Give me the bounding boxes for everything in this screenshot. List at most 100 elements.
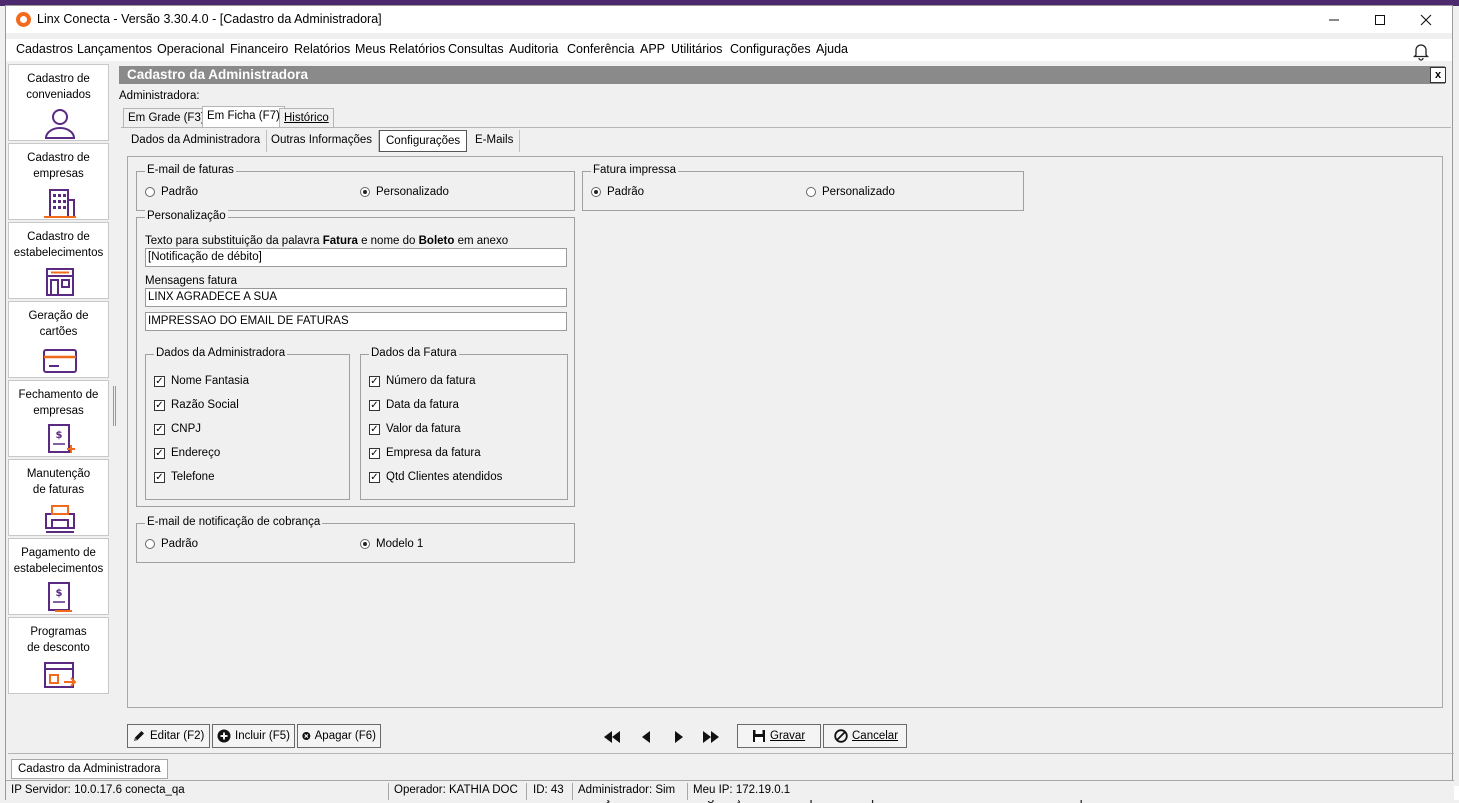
menu-ajuda[interactable]: Ajuda <box>816 42 848 56</box>
endereco-checkbox[interactable]: ✓ Endereço <box>154 447 220 459</box>
empresa-fatura-checkbox[interactable]: ✓ Empresa da fatura <box>369 447 481 459</box>
sidebar-item-cartoes[interactable]: Geração de cartões <box>8 301 109 378</box>
close-icon <box>1420 14 1432 25</box>
substituicao-input[interactable]: [Notificação de débito] <box>145 248 567 267</box>
radio-dot-selected <box>360 539 370 549</box>
subtab-configuracoes[interactable]: Configurações <box>379 130 468 152</box>
group-title: E-mail de notificação de cobrança <box>145 516 323 528</box>
menu-financeiro[interactable]: Financeiro <box>230 42 288 56</box>
menu-relatorios[interactable]: Relatórios <box>294 42 350 56</box>
sidebar-item-faturas[interactable]: Manutenção de faturas <box>8 459 109 536</box>
fatura-impressa-padrao-radio[interactable]: Padrão <box>591 186 644 198</box>
linx-logo-icon <box>16 12 31 27</box>
maximize-button[interactable] <box>1357 6 1403 33</box>
mensagem-2-input[interactable]: IMPRESSAO DO EMAIL DE FATURAS <box>145 312 567 331</box>
status-id: ID: 43 <box>530 783 573 800</box>
menu-operacional[interactable]: Operacional <box>157 42 224 56</box>
sidebar-item-label: Cadastro de conveniados <box>26 73 91 101</box>
checkmark-icon: ✓ <box>154 447 165 459</box>
menu-cadastros[interactable]: Cadastros <box>16 42 73 56</box>
close-window-button[interactable] <box>1403 6 1449 33</box>
tab-em-ficha[interactable]: Em Ficha (F7) <box>202 106 285 128</box>
menu-consultas[interactable]: Consultas <box>448 42 504 56</box>
minimize-button[interactable] <box>1311 6 1357 33</box>
sidebar: Cadastro de conveniados Cadastro de empr… <box>8 64 110 696</box>
sidebar-item-pagamento[interactable]: Pagamento de estabelecimentos $ <box>8 538 109 615</box>
sidebar-item-programas-desconto[interactable]: Programas de desconto <box>8 617 109 694</box>
dados-fatura-group: Dados da Fatura ✓ Número da fatura ✓ Data … <box>360 347 568 500</box>
menu-meus-relatorios[interactable]: Meus Relatórios <box>355 42 445 56</box>
checkmark-icon: ✓ <box>369 399 380 411</box>
email-cobranca-modelo1-radio[interactable]: Modelo 1 <box>360 538 423 550</box>
menu-utilitarios[interactable]: Utilitários <box>671 42 722 56</box>
sidebar-item-label: Pagamento de estabelecimentos <box>13 547 104 575</box>
mensagem-1-input[interactable]: LINX AGRADECE A SUA <box>145 288 567 307</box>
sidebar-item-label: Manutenção de faturas <box>26 468 91 496</box>
fatura-impressa-group: Fatura impressa Padrão Personalizado <box>582 164 1024 211</box>
telefone-checkbox[interactable]: ✓ Telefone <box>154 471 214 483</box>
gravar-button[interactable]: Gravar <box>737 724 821 748</box>
sidebar-item-fechamento[interactable]: Fechamento de empresas $ <box>8 380 109 457</box>
cnpj-checkbox[interactable]: ✓ CNPJ <box>154 423 201 435</box>
bell-icon[interactable] <box>1411 41 1431 61</box>
status-ip-servidor: IP Servidor: 10.0.17.6 conecta_qa <box>8 783 389 800</box>
delete-circle-icon <box>302 731 311 741</box>
last-record-icon[interactable] <box>700 728 722 746</box>
fatura-impressa-personalizado-radio[interactable]: Personalizado <box>806 186 895 198</box>
sidebar-item-estabelecimentos[interactable]: Cadastro de estabelecimentos <box>8 222 109 299</box>
sidebar-item-label: Fechamento de empresas <box>18 389 99 417</box>
subtab-emails[interactable]: E-Mails <box>469 130 521 152</box>
first-record-icon[interactable] <box>601 728 623 746</box>
open-form-tab[interactable]: Cadastro da Administradora <box>11 759 168 779</box>
checkmark-icon: ✓ <box>154 471 165 483</box>
sidebar-item-label: Cadastro de empresas <box>27 152 90 180</box>
status-bar: IP Servidor: 10.0.17.6 conecta_qa Operad… <box>6 780 1454 800</box>
email-faturas-group: E-mail de faturas Padrão Personalizado <box>136 164 575 211</box>
menu-lancamentos[interactable]: Lançamentos <box>77 42 152 56</box>
subtab-dados-administradora[interactable]: Dados da Administradora <box>125 130 268 152</box>
group-title: E-mail de faturas <box>145 164 236 176</box>
editar-button[interactable]: Editar (F2) <box>127 724 210 748</box>
email-faturas-padrao-radio[interactable]: Padrão <box>145 186 198 198</box>
sidebar-item-label: Cadastro de estabelecimentos <box>13 231 104 259</box>
apagar-button[interactable]: Apagar (F6) <box>297 724 381 748</box>
qtd-clientes-checkbox[interactable]: ✓ Qtd Clientes atendidos <box>369 471 502 483</box>
card-icon <box>43 349 77 373</box>
maximize-icon <box>1375 14 1385 25</box>
cancelar-button[interactable]: Cancelar <box>823 724 907 748</box>
menu-auditoria[interactable]: Auditoria <box>509 42 558 56</box>
panel-close-button[interactable]: x <box>1430 67 1446 83</box>
menu-conferencia[interactable]: Conferência <box>567 42 634 56</box>
data-fatura-checkbox[interactable]: ✓ Data da fatura <box>369 399 459 411</box>
mensagens-label: Mensagens fatura <box>145 275 238 287</box>
subtab-outras-informacoes[interactable]: Outras Informações <box>265 130 379 152</box>
email-cobranca-padrao-radio[interactable]: Padrão <box>145 538 198 550</box>
sidebar-item-empresas[interactable]: Cadastro de empresas <box>8 143 109 220</box>
cancel-icon <box>834 729 848 743</box>
minimize-icon <box>1329 19 1339 20</box>
email-faturas-personalizado-radio[interactable]: Personalizado <box>360 186 449 198</box>
building-icon <box>44 189 76 218</box>
menu-bar: Cadastros Lançamentos Operacional Financ… <box>6 39 1452 61</box>
tab-historico[interactable]: Histórico <box>279 108 334 128</box>
nome-fantasia-checkbox[interactable]: ✓ Nome Fantasia <box>154 375 249 387</box>
valor-fatura-checkbox[interactable]: ✓ Valor da fatura <box>369 423 461 435</box>
incluir-button[interactable]: Incluir (F5) <box>212 724 295 748</box>
tab-em-grade[interactable]: Em Grade (F3) <box>123 108 210 128</box>
menu-configuracoes[interactable]: Configurações <box>730 42 811 56</box>
tab-divider <box>121 127 1451 128</box>
svg-text:$: $ <box>56 588 63 599</box>
razao-social-checkbox[interactable]: ✓ Razão Social <box>154 399 239 411</box>
next-record-icon[interactable] <box>668 728 690 746</box>
group-title: Dados da Fatura <box>369 347 459 359</box>
radio-dot-selected <box>360 187 370 197</box>
menu-app[interactable]: APP <box>640 42 665 56</box>
group-title: Fatura impressa <box>591 164 679 176</box>
previous-record-icon[interactable] <box>635 728 657 746</box>
radio-dot <box>145 187 155 197</box>
numero-fatura-checkbox[interactable]: ✓ Número da fatura <box>369 375 476 387</box>
sidebar-splitter[interactable] <box>113 386 116 426</box>
sidebar-item-conveniados[interactable]: Cadastro de conveniados <box>8 64 109 141</box>
window-title: Linx Conecta - Versão 3.30.4.0 - [Cadast… <box>37 12 382 26</box>
person-icon <box>44 109 76 139</box>
